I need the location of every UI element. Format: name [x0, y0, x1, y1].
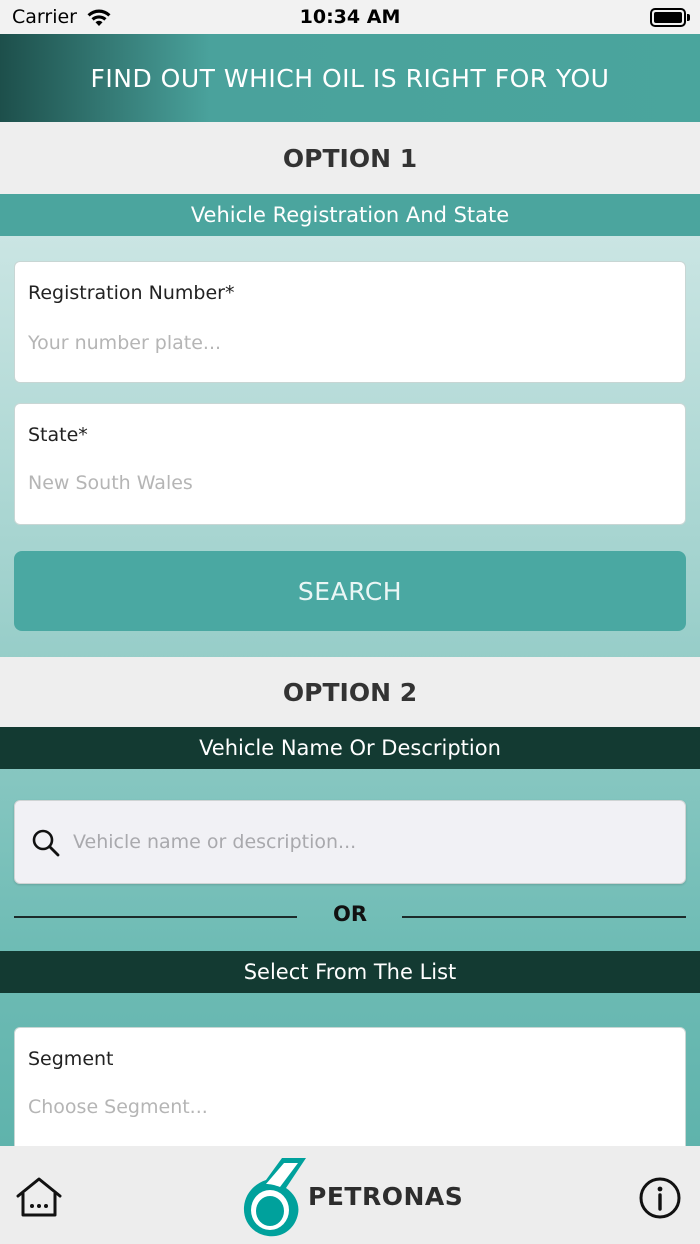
- registration-number-card[interactable]: Registration Number*: [14, 261, 686, 383]
- main-content[interactable]: OPTION 1 Vehicle Registration And State …: [0, 122, 700, 1146]
- page-title: FIND OUT WHICH OIL IS RIGHT FOR YOU: [90, 63, 610, 93]
- brand-name: PETRONAS: [308, 1182, 464, 1211]
- registration-number-label: Registration Number*: [28, 282, 235, 304]
- vehicle-search-input[interactable]: [73, 827, 663, 857]
- bottom-bar: PETRONAS: [0, 1146, 700, 1244]
- option1-label: OPTION 1: [282, 143, 418, 173]
- page-header: FIND OUT WHICH OIL IS RIGHT FOR YOU: [0, 34, 700, 122]
- home-icon[interactable]: [14, 1176, 64, 1218]
- battery-icon: [650, 8, 690, 27]
- vehicle-name-section-title: Vehicle Name Or Description: [199, 736, 501, 760]
- or-divider-line-right: [402, 916, 686, 918]
- state-label: State*: [28, 424, 88, 446]
- vehicle-name-section-header: Vehicle Name Or Description: [0, 727, 700, 769]
- state-card[interactable]: State* New South Wales: [14, 403, 686, 525]
- option2-label: OPTION 2: [282, 677, 418, 707]
- status-time: 10:34 AM: [299, 6, 401, 28]
- info-icon[interactable]: [638, 1176, 682, 1220]
- option1-header: OPTION 1: [0, 122, 700, 194]
- option2-header: OPTION 2: [0, 657, 700, 727]
- or-label: OR: [332, 902, 368, 926]
- search-icon: [32, 829, 60, 857]
- segment-card[interactable]: Segment: [14, 1027, 686, 1146]
- select-from-list-title: Select From The List: [243, 960, 457, 984]
- petronas-emblem-icon: [243, 1158, 306, 1237]
- segment-label: Segment: [28, 1048, 114, 1070]
- vehicle-registration-section-title: Vehicle Registration And State: [190, 203, 510, 227]
- vehicle-registration-section-header: Vehicle Registration And State: [0, 194, 700, 236]
- state-select[interactable]: New South Wales: [28, 472, 193, 494]
- petronas-logo: PETRONAS: [240, 1154, 480, 1238]
- segment-select[interactable]: [28, 1092, 668, 1122]
- vehicle-search-box[interactable]: [14, 800, 686, 884]
- select-from-list-section-header: Select From The List: [0, 951, 700, 993]
- status-bar: Carrier 10:34 AM: [0, 0, 700, 34]
- search-button[interactable]: SEARCH: [14, 551, 686, 631]
- or-divider: OR: [0, 898, 700, 934]
- registration-number-input[interactable]: [28, 328, 668, 358]
